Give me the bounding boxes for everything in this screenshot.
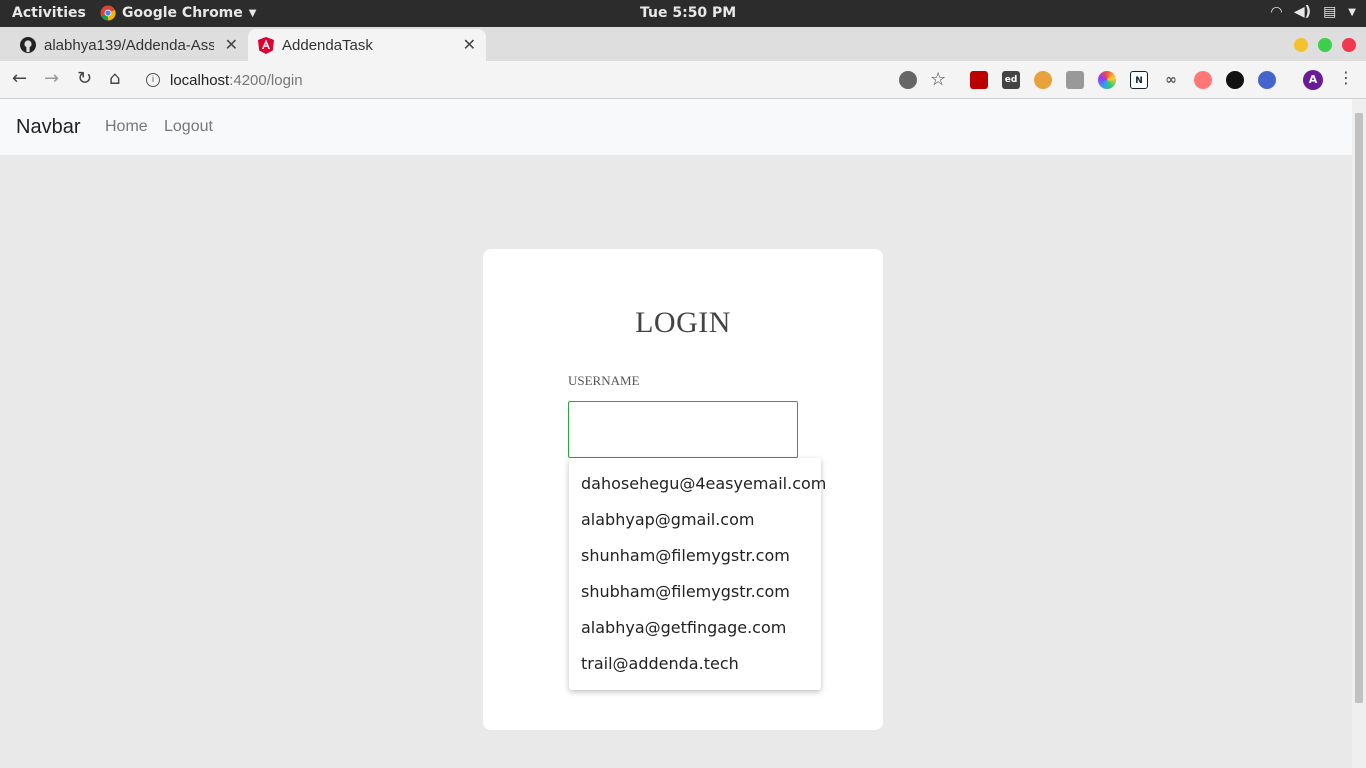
login-heading: LOGIN [635,306,731,339]
system-tray[interactable]: ◠ ◀) ▤ ▼ [1271,4,1356,20]
acrobat-extension-icon[interactable] [970,71,988,89]
chevron-down-icon: ▼ [248,7,257,19]
os-top-bar: Activities Google Chrome ▼ Tue 5:50 PM ◠… [0,0,1366,27]
wifi-icon: ◠ [1271,4,1282,20]
url-path: :4200/login [229,71,303,89]
github-icon [20,37,36,53]
infinity-extension-icon[interactable]: ∞ [1162,71,1180,89]
nav-link-home[interactable]: Home [105,118,148,136]
tab-title: AddendaTask [282,36,373,54]
n-extension-icon[interactable]: N [1130,71,1148,89]
url-host: localhost [170,71,230,89]
minimize-button[interactable] [1294,38,1308,52]
blocked-cookies-icon[interactable] [899,71,917,89]
info-icon[interactable]: i [146,73,160,87]
cloud-extension-icon[interactable] [1226,71,1244,89]
forward-icon[interactable]: → [44,68,59,89]
activities-button[interactable]: Activities [12,5,86,21]
star-icon[interactable]: ☆ [930,69,946,90]
maximize-button[interactable] [1318,38,1332,52]
camera-extension-icon[interactable] [1066,71,1084,89]
autocomplete-option[interactable]: trail@addenda.tech [569,646,821,682]
autocomplete-option[interactable]: shunham@filemygstr.com [569,538,821,574]
chevron-down-icon: ▼ [1348,6,1356,18]
volume-icon: ◀) [1293,4,1312,20]
autocomplete-option[interactable]: alabhyap@gmail.com [569,502,821,538]
autocomplete-option[interactable]: alabhya@getfingage.com [569,610,821,646]
autocomplete-option[interactable]: shubham@filemygstr.com [569,574,821,610]
close-window-button[interactable] [1342,38,1356,52]
menu-icon[interactable]: ⋮ [1338,68,1354,87]
globe-extension-icon[interactable] [1258,71,1276,89]
tab-addendatask[interactable]: AddendaTask ✕ [248,29,486,61]
color-extension-icon[interactable] [1098,71,1116,89]
site-navbar: Navbar Home Logout [0,99,1352,155]
browser-toolbar: ← → ↻ ⌂ i localhost:4200/login ☆ ed N ∞ … [0,61,1366,99]
scrollbar-thumb[interactable] [1355,113,1363,703]
share-extension-icon[interactable] [1194,71,1212,89]
home-icon[interactable]: ⌂ [109,68,120,89]
nav-link-logout[interactable]: Logout [164,118,213,136]
app-menu[interactable]: Google Chrome ▼ [100,5,256,21]
battery-icon: ▤ [1323,4,1337,20]
navbar-brand[interactable]: Navbar [16,116,80,139]
autocomplete-option[interactable]: dahosehegu@4easyemail.com [569,466,826,502]
clock[interactable]: Tue 5:50 PM [640,5,736,21]
page-scrollbar[interactable] [1352,99,1366,768]
reload-icon[interactable]: ↻ [77,68,92,89]
ed-extension-icon[interactable]: ed [1002,71,1020,89]
username-label: USERNAME [568,373,640,388]
tab-github[interactable]: alabhya139/Addenda-Ass ✕ [8,29,248,61]
cookie-extension-icon[interactable] [1034,71,1052,89]
close-icon[interactable]: ✕ [463,35,476,55]
username-input[interactable] [568,401,798,458]
back-icon[interactable]: ← [12,68,27,89]
autocomplete-dropdown: dahosehegu@4easyemail.com alabhyap@gmail… [569,458,826,690]
tab-strip: alabhya139/Addenda-Ass ✕ AddendaTask ✕ + [0,27,1366,82]
close-icon[interactable]: ✕ [225,35,238,55]
profile-avatar[interactable]: A [1303,70,1323,90]
page-viewport: Navbar Home Logout LOGIN USERNAME dahose… [0,99,1352,768]
chrome-icon [100,5,116,21]
angular-icon [258,36,274,54]
address-bar[interactable]: i localhost:4200/login [146,66,886,94]
tab-title: alabhya139/Addenda-Ass [44,36,214,54]
app-name: Google Chrome [122,5,243,21]
